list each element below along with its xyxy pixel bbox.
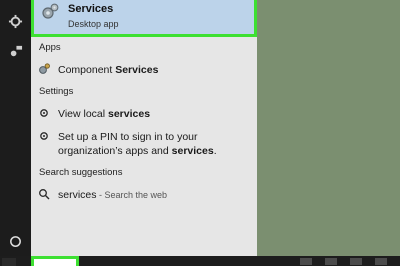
taskbar-app-icon[interactable]: [350, 258, 362, 265]
result-label-match: services: [171, 145, 214, 157]
gears-icon: [42, 3, 59, 19]
search-icon: [39, 189, 50, 200]
gear-icon: [40, 132, 48, 140]
user-feedback-icon[interactable]: [8, 44, 23, 59]
best-match-subtitle: Desktop app: [68, 19, 119, 29]
search-results-panel: [31, 0, 257, 256]
taskbar-search-box[interactable]: [31, 256, 79, 266]
result-label-prefix: Component: [58, 64, 116, 76]
section-header-apps: Apps: [39, 42, 61, 53]
taskbar-app-icon[interactable]: [300, 258, 312, 265]
result-label-match: services: [108, 108, 151, 120]
result-line-2-suffix: .: [213, 145, 217, 157]
taskbar-app-icon[interactable]: [375, 258, 387, 265]
web-search-term: services: [58, 189, 97, 201]
best-match-title: Services: [68, 3, 114, 15]
start-button[interactable]: [2, 258, 16, 266]
section-header-settings: Settings: [39, 86, 74, 97]
settings-gear-icon[interactable]: [8, 14, 23, 29]
result-line-1: Set up a PIN to sign in to your: [58, 131, 198, 143]
gear-icon: [40, 109, 48, 117]
start-rail: [0, 0, 31, 256]
component-services-icon: [39, 63, 50, 74]
result-label-match: Services: [115, 64, 159, 76]
power-icon[interactable]: [8, 234, 23, 249]
section-header-search-suggestions: Search suggestions: [39, 167, 123, 178]
result-line-2-prefix: organization’s apps and: [58, 145, 172, 157]
result-label-prefix: View local: [58, 108, 108, 120]
taskbar-app-icon[interactable]: [325, 258, 337, 265]
web-search-hint: - Search the web: [96, 190, 168, 200]
best-match-result[interactable]: Services Desktop app: [31, 0, 257, 37]
